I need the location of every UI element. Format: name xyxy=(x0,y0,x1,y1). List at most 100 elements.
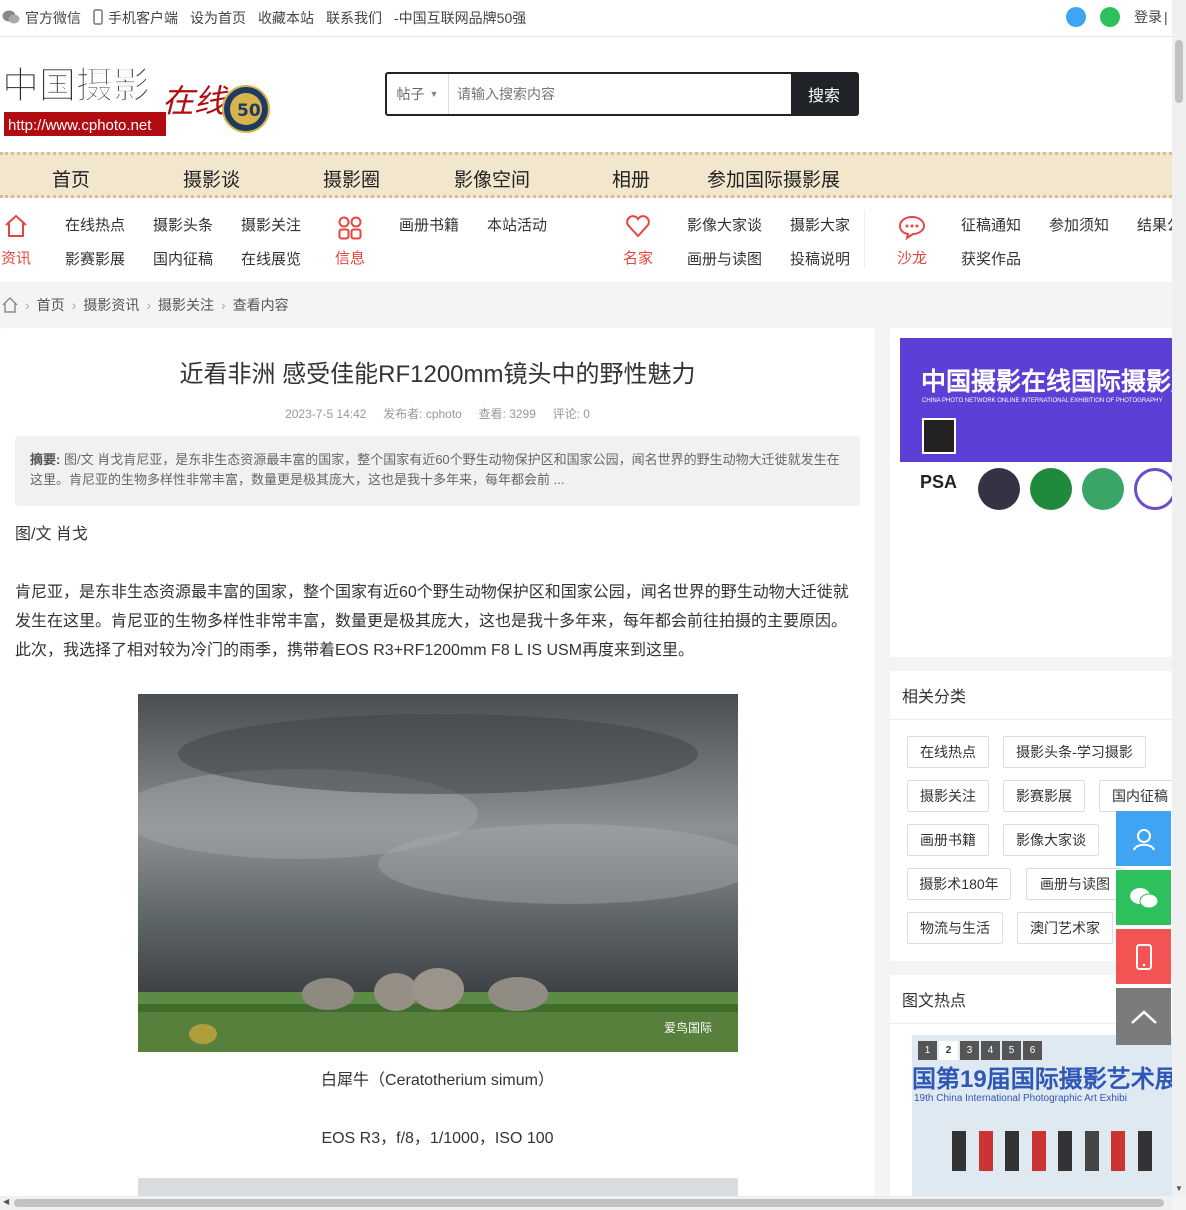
nav-item-international[interactable]: 参加国际摄影展 xyxy=(707,165,840,192)
back-to-top-button[interactable] xyxy=(1116,988,1171,1045)
related-title: 相关分类 xyxy=(902,689,967,706)
horizontal-scrollbar[interactable]: ◀ xyxy=(0,1196,1172,1210)
category-tag[interactable]: 澳门艺术家 xyxy=(1017,912,1113,944)
vertical-scrollbar[interactable]: ▼ xyxy=(1172,0,1186,1196)
breadcrumb-link[interactable]: 摄影关注 xyxy=(158,295,214,315)
subnav-link[interactable]: 征稿通知 xyxy=(961,214,1021,235)
caret-down-icon: ▼ xyxy=(429,89,439,99)
hot-title: 图文热点 xyxy=(902,993,967,1010)
slide-pager: 1 2 3 4 5 6 xyxy=(918,1041,1042,1060)
pager-dot[interactable]: 4 xyxy=(981,1041,1000,1060)
search-scope-select[interactable]: 帖子 ▼ xyxy=(387,74,449,114)
pager-dot[interactable]: 1 xyxy=(918,1041,937,1060)
mobile-float-button[interactable] xyxy=(1116,929,1171,984)
category-tag[interactable]: 摄影关注 xyxy=(907,780,989,812)
group-label-salon[interactable]: 沙龙 xyxy=(897,247,927,268)
chevron-right-icon: › xyxy=(221,297,226,313)
nav-item-space[interactable]: 影像空间 xyxy=(454,165,530,192)
brand-text: -中国互联网品牌50强 xyxy=(394,10,527,26)
pager-dot[interactable]: 3 xyxy=(960,1041,979,1060)
contact-link[interactable]: 联系我们 xyxy=(326,8,382,28)
subnav-link[interactable]: 摄影头条 xyxy=(153,214,213,235)
hot-image-slide[interactable]: 1 2 3 4 5 6 国第19届国际摄影艺术展 19th China Inte… xyxy=(912,1035,1172,1210)
psa-logo: PSA xyxy=(920,472,958,492)
category-tag[interactable]: 影赛影展 xyxy=(1003,780,1085,812)
pager-dot[interactable]: 5 xyxy=(1002,1041,1021,1060)
contact-float-button[interactable] xyxy=(1116,811,1171,866)
category-tag[interactable]: 在线热点 xyxy=(907,736,989,768)
home-icon xyxy=(5,214,27,237)
topbar-overflow: | xyxy=(1164,9,1168,25)
article-photo[interactable]: 爱鸟国际 xyxy=(118,694,758,1052)
nav-item-album[interactable]: 相册 xyxy=(612,165,650,192)
subnav-link[interactable]: 摄影关注 xyxy=(241,214,301,235)
org-seal-icon xyxy=(1030,468,1072,510)
nav-item-circle[interactable]: 摄影圈 xyxy=(323,165,380,192)
group-label-masters[interactable]: 名家 xyxy=(623,247,653,268)
org-logos: PSA xyxy=(900,462,1172,518)
category-tag[interactable]: 国内征稿 xyxy=(1099,780,1172,812)
scroll-down-icon[interactable]: ▼ xyxy=(1175,1184,1183,1193)
slide-title: 国第19届国际摄影艺术展 xyxy=(912,1066,1172,1093)
sub-nav: 资讯 在线热点 摄影头条 摄影关注 影赛影展 国内征稿 在线展览 信息 画册书籍… xyxy=(0,198,1172,282)
category-tag[interactable]: 摄影头条-学习摄影 xyxy=(1003,736,1146,768)
home-icon[interactable] xyxy=(1,296,19,314)
subnav-link[interactable]: 影像大家谈 xyxy=(687,214,762,235)
subnav-link[interactable]: 获奖作品 xyxy=(961,248,1021,269)
category-tag[interactable]: 物流与生活 xyxy=(907,912,1003,944)
mobile-link[interactable]: 手机客户端 xyxy=(93,8,178,28)
search-scope-label: 帖子 xyxy=(396,86,425,102)
category-tag[interactable]: 摄影术180年 xyxy=(907,868,1011,900)
article-title: 近看非洲 感受佳能RF1200mm镜头中的野性魅力 xyxy=(179,361,696,388)
wechat-login-icon[interactable] xyxy=(1100,7,1120,27)
group-label-info[interactable]: 信息 xyxy=(335,247,365,268)
pager-dot[interactable]: 6 xyxy=(1023,1041,1042,1060)
grid-icon xyxy=(338,216,362,240)
subnav-link[interactable]: 本站活动 xyxy=(487,214,547,235)
user-icon xyxy=(1132,828,1155,850)
article-meta: 2023-7-5 14:42 发布者: cphoto 查看: 3299 评论: … xyxy=(0,405,875,422)
org-seal-icon xyxy=(978,468,1020,510)
category-tag[interactable]: 画册书籍 xyxy=(907,824,989,856)
subnav-link[interactable]: 国内征稿 xyxy=(153,248,213,269)
breadcrumb-link[interactable]: 摄影资讯 xyxy=(83,295,139,315)
nav-item-talk[interactable]: 摄影谈 xyxy=(183,165,240,192)
favorite-link[interactable]: 收藏本站 xyxy=(258,8,314,28)
wechat-float-button[interactable] xyxy=(1116,870,1171,925)
subnav-link[interactable]: 在线热点 xyxy=(65,214,125,235)
category-tag[interactable]: 影像大家谈 xyxy=(1003,824,1099,856)
login-link[interactable]: 登录 xyxy=(1134,7,1162,27)
set-homepage-link[interactable]: 设为首页 xyxy=(190,8,246,28)
subnav-link[interactable]: 画册与读图 xyxy=(687,248,762,269)
subnav-link[interactable]: 参加须知 xyxy=(1049,214,1109,235)
exhibition-banner[interactable]: 中国摄影在线国际摄影展 CHINA PHOTO NETWORK ONLINE I… xyxy=(900,338,1172,462)
article-summary: 摘要: 图/文 肖戈肯尼亚，是东非生态资源最丰富的国家，整个国家有近60个野生动… xyxy=(15,436,860,506)
chevron-right-icon: › xyxy=(146,297,152,313)
group-label-news[interactable]: 资讯 xyxy=(1,247,31,268)
subnav-link[interactable]: 画册书籍 xyxy=(399,214,459,235)
scroll-thumb[interactable] xyxy=(14,1199,1164,1207)
arrow-up-icon xyxy=(1130,1009,1157,1024)
logo-main: 中国摄影 xyxy=(2,64,150,107)
phone-icon xyxy=(93,8,103,28)
search-input[interactable] xyxy=(449,74,791,114)
subnav-link[interactable]: 投稿说明 xyxy=(790,248,850,269)
main-nav: 首页 摄影谈 摄影圈 影像空间 相册 参加国际摄影展 xyxy=(0,152,1172,198)
photo-exif: EOS R3，f/8，1/1000，ISO 100 xyxy=(321,1130,554,1147)
pager-dot[interactable]: 2 xyxy=(939,1041,958,1060)
subnav-link[interactable]: 在线展览 xyxy=(241,248,301,269)
nav-item-home[interactable]: 首页 xyxy=(52,165,90,192)
site-logo[interactable]: 中国摄影 在线 http://www.cphoto.net 50 xyxy=(2,36,270,140)
article-panel: 近看非洲 感受佳能RF1200mm镜头中的野性魅力 2023-7-5 14:42… xyxy=(0,328,875,1198)
breadcrumb-link[interactable]: 首页 xyxy=(37,295,65,315)
scroll-thumb[interactable] xyxy=(1175,40,1183,103)
category-tag[interactable]: 画册与读图 xyxy=(1026,868,1124,900)
scroll-left-icon[interactable]: ◀ xyxy=(3,1197,9,1206)
search-button[interactable]: 搜索 xyxy=(791,74,857,114)
subnav-link[interactable]: 影赛影展 xyxy=(65,248,125,269)
subnav-link[interactable]: 摄影大家 xyxy=(790,214,850,235)
qq-login-icon[interactable] xyxy=(1066,7,1086,27)
article-body: 肯尼亚，是东非生态资源最丰富的国家，整个国家有近60个野生动物保护区和国家公园，… xyxy=(15,584,849,659)
wechat-link[interactable]: 官方微信 xyxy=(2,8,81,28)
subnav-link[interactable]: 结果公 xyxy=(1137,214,1172,235)
